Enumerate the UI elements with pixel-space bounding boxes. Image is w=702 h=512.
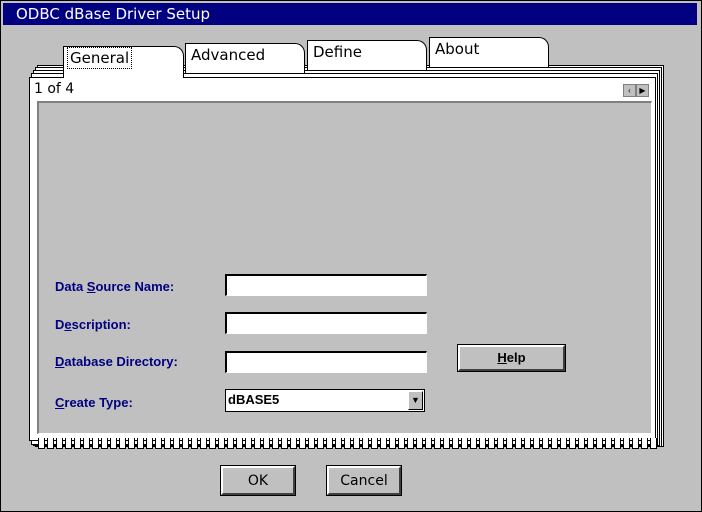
page-indicator: 1 of 4: [34, 81, 75, 97]
binding-ring: [218, 438, 225, 449]
binding-ring: [614, 438, 621, 449]
tab-label: About: [435, 40, 480, 58]
description-input[interactable]: [225, 312, 427, 334]
binding-ring: [353, 438, 360, 449]
binding-ring: [524, 438, 531, 449]
tab-label: General: [66, 47, 133, 69]
binding-ring: [371, 438, 378, 449]
binding-ring: [533, 438, 540, 449]
help-button[interactable]: Help: [457, 344, 566, 372]
binding-ring: [254, 438, 261, 449]
binding-ring: [542, 438, 549, 449]
binding-ring: [290, 438, 297, 449]
dropdown-arrow-icon[interactable]: ▼: [408, 391, 423, 410]
binding-ring: [308, 438, 315, 449]
binding-ring: [119, 438, 126, 449]
binding-ring: [641, 438, 648, 449]
prev-page-icon[interactable]: ‹: [623, 84, 636, 97]
create-type-label: Create Type:: [55, 395, 133, 410]
binding-ring: [443, 438, 450, 449]
ok-button[interactable]: OK: [220, 465, 296, 496]
notebook-page-general: 1 of 4 ‹ ▶ Data Source Name: Description:…: [29, 77, 656, 441]
binding-ring: [326, 438, 333, 449]
binding-ring: [425, 438, 432, 449]
binding-ring: [461, 438, 468, 449]
binding-ring: [632, 438, 639, 449]
binding-ring: [299, 438, 306, 449]
binding-ring: [146, 438, 153, 449]
tab-general[interactable]: General: [63, 46, 184, 78]
binding-ring: [488, 438, 495, 449]
binding-ring: [191, 438, 198, 449]
next-page-icon[interactable]: ▶: [636, 84, 649, 97]
binding-ring: [263, 438, 270, 449]
binding-ring: [200, 438, 207, 449]
binding-ring: [227, 438, 234, 449]
binding-ring: [128, 438, 135, 449]
binding-ring: [416, 438, 423, 449]
tab-define[interactable]: Define: [307, 40, 427, 70]
database-directory-input[interactable]: [225, 351, 427, 373]
binding-ring: [110, 438, 117, 449]
binding-ring: [389, 438, 396, 449]
binding-ring: [605, 438, 612, 449]
tab-label: Define: [313, 43, 362, 61]
binding-ring: [479, 438, 486, 449]
binding-ring: [560, 438, 567, 449]
binding-ring: [56, 438, 63, 449]
page-content: Data Source Name: Description: Database …: [37, 101, 652, 434]
binding-ring: [515, 438, 522, 449]
binding-ring: [137, 438, 144, 449]
dsn-label: Data Source Name:: [55, 279, 175, 294]
binding-ring: [101, 438, 108, 449]
binding-ring: [434, 438, 441, 449]
create-type-value: dBASE5: [228, 392, 280, 407]
binding-ring: [83, 438, 90, 449]
binding-ring: [281, 438, 288, 449]
binding-ring: [335, 438, 342, 449]
description-label: Description:: [55, 317, 131, 332]
binding-ring: [587, 438, 594, 449]
binding-ring: [470, 438, 477, 449]
tab-advanced[interactable]: Advanced: [185, 43, 305, 73]
binding-ring: [38, 438, 45, 449]
window-title: ODBC dBase Driver Setup: [16, 5, 211, 23]
binding-ring: [317, 438, 324, 449]
binding-ring: [497, 438, 504, 449]
title-bar[interactable]: ODBC dBase Driver Setup: [3, 3, 697, 25]
binding-ring: [506, 438, 513, 449]
tab-label: Advanced: [191, 46, 266, 64]
binding-ring: [245, 438, 252, 449]
binding-ring: [407, 438, 414, 449]
create-type-select[interactable]: dBASE5 ▼: [225, 389, 425, 412]
binding-ring: [164, 438, 171, 449]
notebook-spiral-binding: [34, 438, 660, 450]
binding-ring: [398, 438, 405, 449]
binding-ring: [650, 438, 657, 449]
dsn-input[interactable]: [225, 274, 427, 296]
binding-ring: [623, 438, 630, 449]
binding-ring: [569, 438, 576, 449]
binding-ring: [209, 438, 216, 449]
binding-ring: [344, 438, 351, 449]
cancel-button[interactable]: Cancel: [326, 465, 402, 496]
binding-ring: [596, 438, 603, 449]
binding-ring: [362, 438, 369, 449]
binding-ring: [578, 438, 585, 449]
tab-about[interactable]: About: [429, 37, 549, 67]
binding-ring: [236, 438, 243, 449]
binding-ring: [74, 438, 81, 449]
binding-ring: [173, 438, 180, 449]
binding-ring: [47, 438, 54, 449]
binding-ring: [155, 438, 162, 449]
binding-ring: [452, 438, 459, 449]
binding-ring: [551, 438, 558, 449]
binding-ring: [92, 438, 99, 449]
page-arrows: ‹ ▶: [623, 80, 649, 98]
database-directory-label: Database Directory:: [55, 354, 178, 369]
binding-ring: [272, 438, 279, 449]
binding-ring: [65, 438, 72, 449]
binding-ring: [182, 438, 189, 449]
binding-ring: [380, 438, 387, 449]
